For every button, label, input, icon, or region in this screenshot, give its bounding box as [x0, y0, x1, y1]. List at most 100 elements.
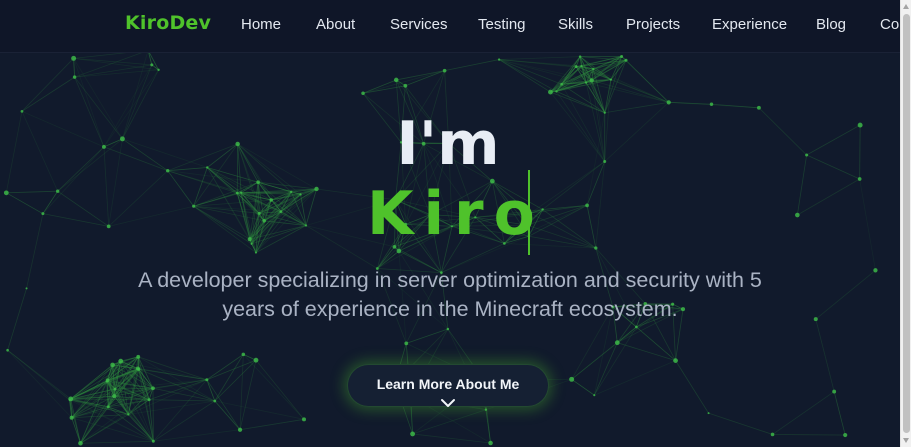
network-node	[393, 77, 399, 83]
network-line	[153, 429, 241, 442]
network-line	[6, 190, 58, 194]
network-line	[412, 433, 491, 444]
network-line	[21, 58, 74, 112]
navbar: KiroDev Home About Services Testing Skil…	[0, 0, 900, 53]
network-node	[624, 58, 628, 62]
network-node	[241, 352, 246, 357]
hero-tagline: A developer specializing in server optim…	[138, 268, 762, 321]
network-line	[80, 440, 154, 444]
hero-heading-line-1: I'm	[0, 108, 900, 180]
nav-link-skills[interactable]: Skills	[558, 16, 593, 33]
network-line	[617, 342, 676, 362]
network-node	[594, 246, 598, 250]
network-node	[403, 83, 408, 88]
network-node	[6, 348, 9, 352]
network-line	[485, 409, 491, 444]
network-node	[68, 398, 71, 401]
network-node	[484, 408, 488, 411]
nav-link-services[interactable]: Services	[390, 16, 448, 33]
network-node	[609, 78, 613, 81]
network-line	[214, 359, 257, 402]
typing-cursor	[528, 170, 530, 255]
network-line	[128, 400, 215, 415]
scroll-down-icon[interactable]	[903, 438, 909, 443]
network-node	[257, 211, 261, 215]
network-node	[118, 358, 124, 364]
network-node	[488, 440, 493, 446]
network-node	[237, 427, 243, 432]
network-node	[795, 212, 800, 218]
network-line	[405, 70, 445, 87]
network-node	[314, 186, 319, 192]
network-node	[150, 63, 154, 67]
network-node	[127, 413, 130, 416]
nav-link-about[interactable]: About	[316, 16, 355, 33]
network-line	[243, 354, 305, 420]
network-line	[21, 76, 75, 112]
network-node	[256, 180, 260, 184]
network-node	[548, 89, 553, 95]
network-line	[362, 70, 445, 94]
network-line	[772, 391, 835, 435]
network-node	[41, 212, 45, 216]
nav-link-contact[interactable]: Co	[880, 16, 899, 33]
network-node	[673, 358, 678, 363]
network-node	[574, 65, 578, 69]
network-node	[25, 287, 28, 290]
nav-link-blog[interactable]: Blog	[816, 16, 846, 33]
network-node	[269, 198, 273, 202]
network-node	[843, 432, 848, 438]
network-line	[7, 349, 70, 401]
network-line	[74, 69, 159, 78]
scroll-up-icon[interactable]	[903, 4, 909, 9]
scrollbar[interactable]	[900, 0, 911, 447]
network-node	[78, 440, 83, 446]
network-line	[593, 326, 637, 396]
network-node	[192, 204, 196, 208]
nav-link-experience[interactable]: Experience	[712, 16, 787, 33]
network-node	[113, 387, 117, 391]
network-line	[239, 418, 305, 431]
network-node	[250, 242, 253, 245]
network-node	[290, 190, 293, 194]
nav-link-testing[interactable]: Testing	[478, 16, 526, 33]
network-line	[815, 269, 876, 320]
network-node	[72, 75, 77, 79]
network-node	[813, 317, 818, 322]
network-line	[675, 360, 709, 414]
hero-name-typed: Kiro	[367, 179, 545, 249]
network-node	[634, 325, 638, 329]
network-node	[55, 189, 60, 193]
chevron-down-icon	[441, 399, 455, 407]
network-line	[412, 409, 487, 435]
network-node	[254, 251, 257, 254]
network-node	[253, 357, 259, 363]
network-node	[205, 378, 209, 382]
nav-link-projects[interactable]: Projects	[626, 16, 680, 33]
network-line	[636, 326, 676, 361]
network-node	[592, 67, 595, 71]
learn-more-label: Learn More About Me	[376, 376, 520, 392]
network-line	[362, 79, 397, 94]
network-node	[404, 341, 409, 346]
learn-more-button[interactable]: Learn More About Me	[347, 364, 549, 407]
logo[interactable]: KiroDev	[125, 12, 211, 34]
network-node	[589, 78, 594, 83]
network-line	[571, 326, 637, 380]
network-node	[585, 203, 589, 208]
network-node	[262, 218, 266, 223]
network-line	[362, 85, 406, 94]
network-node	[213, 399, 217, 403]
network-node	[112, 394, 117, 399]
network-node	[584, 81, 588, 84]
network-line	[586, 205, 597, 249]
network-line	[772, 434, 846, 436]
nav-link-home[interactable]: Home	[241, 16, 281, 33]
network-line	[396, 70, 445, 81]
network-node	[569, 376, 575, 382]
scrollbar-thumb[interactable]	[903, 14, 910, 433]
network-node	[147, 398, 151, 402]
network-node	[560, 82, 563, 86]
network-node	[709, 102, 714, 106]
network-line	[6, 192, 44, 215]
